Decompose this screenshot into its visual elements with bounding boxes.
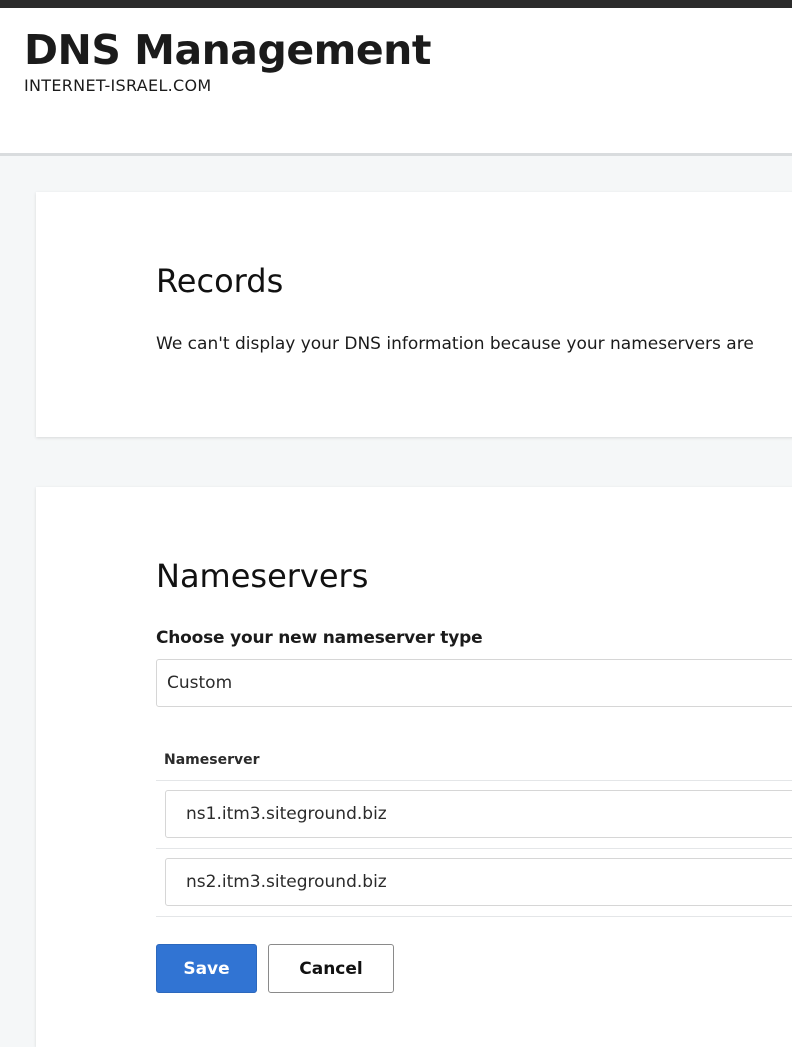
save-button[interactable]: Save bbox=[156, 944, 257, 993]
page-header: DNS Management INTERNET-ISRAEL.COM bbox=[0, 8, 792, 156]
records-title: Records bbox=[156, 262, 284, 300]
nameservers-card: Nameservers Choose your new nameserver t… bbox=[36, 487, 792, 1047]
table-divider bbox=[156, 916, 792, 917]
nameserver-column-header: Nameserver bbox=[164, 752, 260, 768]
nameserver-type-select[interactable]: Custom bbox=[156, 659, 792, 707]
records-message: We can't display your DNS information be… bbox=[156, 334, 754, 354]
table-divider bbox=[156, 780, 792, 781]
nameserver-type-label: Choose your new nameserver type bbox=[156, 628, 483, 648]
page-title: DNS Management bbox=[24, 26, 431, 74]
nameserver-type-value: Custom bbox=[167, 673, 233, 693]
table-divider bbox=[156, 848, 792, 849]
top-bar bbox=[0, 0, 792, 8]
nameserver-2-input[interactable]: ns2.itm3.siteground.biz bbox=[165, 858, 792, 906]
nameserver-1-input[interactable]: ns1.itm3.siteground.biz bbox=[165, 790, 792, 838]
nameserver-2-value: ns2.itm3.siteground.biz bbox=[186, 872, 387, 892]
nameservers-title: Nameservers bbox=[156, 557, 369, 595]
domain-name: INTERNET-ISRAEL.COM bbox=[24, 76, 212, 95]
records-card: Records We can't display your DNS inform… bbox=[36, 192, 792, 437]
cancel-button[interactable]: Cancel bbox=[268, 944, 394, 993]
nameserver-1-value: ns1.itm3.siteground.biz bbox=[186, 804, 387, 824]
